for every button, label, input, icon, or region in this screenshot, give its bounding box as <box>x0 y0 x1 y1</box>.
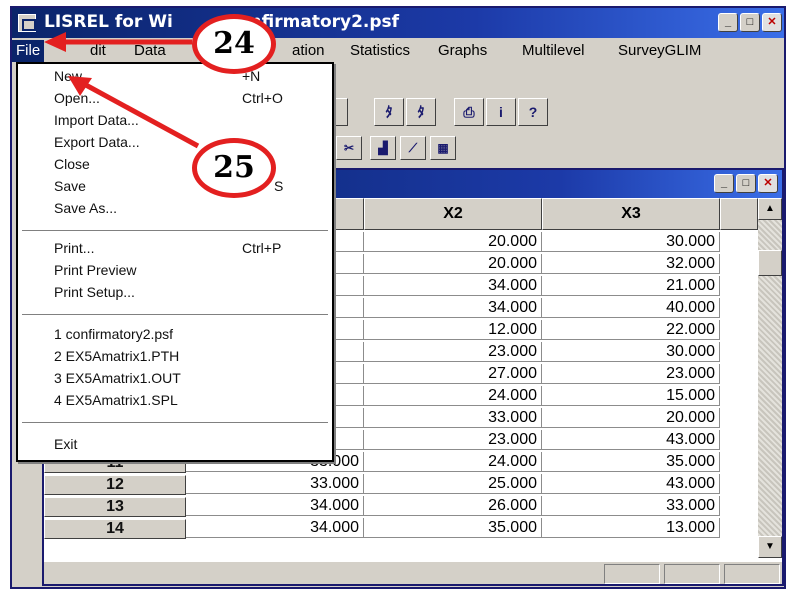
file-menu-dropdown: New +N Open... Ctrl+O Import Data... Exp… <box>16 62 334 462</box>
table-cell-x2[interactable]: 24.000 <box>364 452 542 472</box>
minimize-button[interactable]: _ <box>718 13 738 32</box>
column-header-x2[interactable]: X2 <box>364 198 542 230</box>
menu-item-print-preview[interactable]: Print Preview <box>54 262 136 278</box>
table-cell-x3[interactable]: 30.000 <box>542 232 720 252</box>
bar-chart-icon[interactable]: ▟ <box>370 136 396 160</box>
table-cell-x3[interactable]: 13.000 <box>542 518 720 538</box>
table-cell-x2[interactable]: 34.000 <box>364 276 542 296</box>
menu-graphs[interactable]: Graphs <box>438 42 487 59</box>
recent-file-2[interactable]: 2 EX5Amatrix1.PTH <box>54 348 179 364</box>
print-icon[interactable]: ⎙ <box>454 98 484 126</box>
table-cell-x2[interactable]: 24.000 <box>364 386 542 406</box>
child-maximize-button[interactable]: □ <box>736 174 756 193</box>
row-header[interactable]: 14 <box>44 519 186 539</box>
table-cell-x3[interactable]: 43.000 <box>542 430 720 450</box>
row-header[interactable]: 13 <box>44 497 186 517</box>
menu-item-open[interactable]: Open... <box>54 90 100 106</box>
step-25-callout: 25 <box>192 138 276 198</box>
table-cell-x1[interactable]: 34.000 <box>186 496 364 516</box>
matrix-plot-icon[interactable]: ▦ <box>430 136 456 160</box>
status-panel-3 <box>724 564 780 584</box>
table-cell-x2[interactable]: 20.000 <box>364 232 542 252</box>
scroll-up-icon[interactable]: ▲ <box>758 198 782 220</box>
recent-file-4[interactable]: 4 EX5Amatrix1.SPL <box>54 392 178 408</box>
table-cell-x1[interactable]: 34.000 <box>186 518 364 538</box>
menu-edit[interactable]: dit <box>90 42 106 59</box>
menu-item-exit[interactable]: Exit <box>54 436 77 452</box>
menu-surveyglim[interactable]: SurveyGLIM <box>618 42 701 59</box>
table-cell-x2[interactable]: 23.000 <box>364 342 542 362</box>
menu-item-export-data[interactable]: Export Data... <box>54 134 140 150</box>
table-cell-x2[interactable]: 12.000 <box>364 320 542 340</box>
path-diagram-icon[interactable]: ﾀ <box>374 98 404 126</box>
table-cell-x3[interactable]: 15.000 <box>542 386 720 406</box>
shortcut-print: Ctrl+P <box>242 240 282 256</box>
menu-item-save-as[interactable]: Save As... <box>54 200 117 216</box>
table-cell-x2[interactable]: 27.000 <box>364 364 542 384</box>
menu-item-new[interactable]: New <box>54 68 82 84</box>
menu-bar: File dit Data ation Statistics Graphs Mu… <box>12 38 784 64</box>
menu-item-print-setup[interactable]: Print Setup... <box>54 284 135 300</box>
menu-item-close[interactable]: Close <box>54 156 90 172</box>
menu-item-import-data[interactable]: Import Data... <box>54 112 139 128</box>
column-header-blank <box>720 198 758 230</box>
status-panel-1 <box>604 564 660 584</box>
path-diagram-alt-icon[interactable]: ﾀ <box>406 98 436 126</box>
menu-item-save[interactable]: Save <box>54 178 86 194</box>
table-cell-x1[interactable]: 33.000 <box>186 474 364 494</box>
table-cell-x2[interactable]: 35.000 <box>364 518 542 538</box>
menu-statistics[interactable]: Statistics <box>350 42 410 59</box>
scroll-thumb[interactable] <box>758 250 782 276</box>
table-cell-x3[interactable]: 21.000 <box>542 276 720 296</box>
status-bar <box>44 562 782 584</box>
menu-separator <box>22 422 328 424</box>
help-icon[interactable]: ? <box>518 98 548 126</box>
table-cell-x2[interactable]: 20.000 <box>364 254 542 274</box>
table-cell-x3[interactable]: 43.000 <box>542 474 720 494</box>
child-close-button[interactable]: ✕ <box>758 174 778 193</box>
close-button[interactable]: ✕ <box>762 13 782 32</box>
table-cell-x3[interactable]: 32.000 <box>542 254 720 274</box>
table-cell-x2[interactable]: 34.000 <box>364 298 542 318</box>
column-header-x3[interactable]: X3 <box>542 198 720 230</box>
child-minimize-button[interactable]: _ <box>714 174 734 193</box>
table-cell-x3[interactable]: 20.000 <box>542 408 720 428</box>
row-header[interactable]: 12 <box>44 475 186 495</box>
table-cell-x3[interactable]: 23.000 <box>542 364 720 384</box>
menu-separator <box>22 230 328 232</box>
menu-multilevel[interactable]: Multilevel <box>522 42 585 59</box>
maximize-button[interactable]: □ <box>740 13 760 32</box>
status-panel-2 <box>664 564 720 584</box>
shortcut-open: Ctrl+O <box>242 90 283 106</box>
menu-transformation[interactable]: ation <box>292 42 325 59</box>
recent-file-1[interactable]: 1 confirmatory2.psf <box>54 326 173 342</box>
step-24-callout: 24 <box>192 14 276 74</box>
menu-file[interactable]: File <box>12 40 45 62</box>
table-cell-x2[interactable]: 26.000 <box>364 496 542 516</box>
table-cell-x3[interactable]: 40.000 <box>542 298 720 318</box>
table-cell-x2[interactable]: 25.000 <box>364 474 542 494</box>
menu-separator <box>22 314 328 316</box>
table-cell-x2[interactable]: 23.000 <box>364 430 542 450</box>
info-icon[interactable]: i <box>486 98 516 126</box>
recent-file-3[interactable]: 3 EX5Amatrix1.OUT <box>54 370 181 386</box>
vertical-scrollbar[interactable]: ▲ ▼ <box>758 198 782 558</box>
cut-icon[interactable]: ✂ <box>336 136 362 160</box>
line-chart-icon[interactable]: ⟋ <box>400 136 426 160</box>
scroll-down-icon[interactable]: ▼ <box>758 536 782 558</box>
table-cell-x3[interactable]: 35.000 <box>542 452 720 472</box>
menu-item-print[interactable]: Print... <box>54 240 94 256</box>
menu-data[interactable]: Data <box>134 42 166 59</box>
table-cell-x3[interactable]: 33.000 <box>542 496 720 516</box>
shortcut-save: S <box>274 178 284 194</box>
table-cell-x2[interactable]: 33.000 <box>364 408 542 428</box>
table-cell-x3[interactable]: 22.000 <box>542 320 720 340</box>
table-cell-x3[interactable]: 30.000 <box>542 342 720 362</box>
title-bar: LISREL for Wi - confirmatory2.psf _ □ ✕ <box>12 8 784 38</box>
app-icon[interactable] <box>18 14 36 32</box>
